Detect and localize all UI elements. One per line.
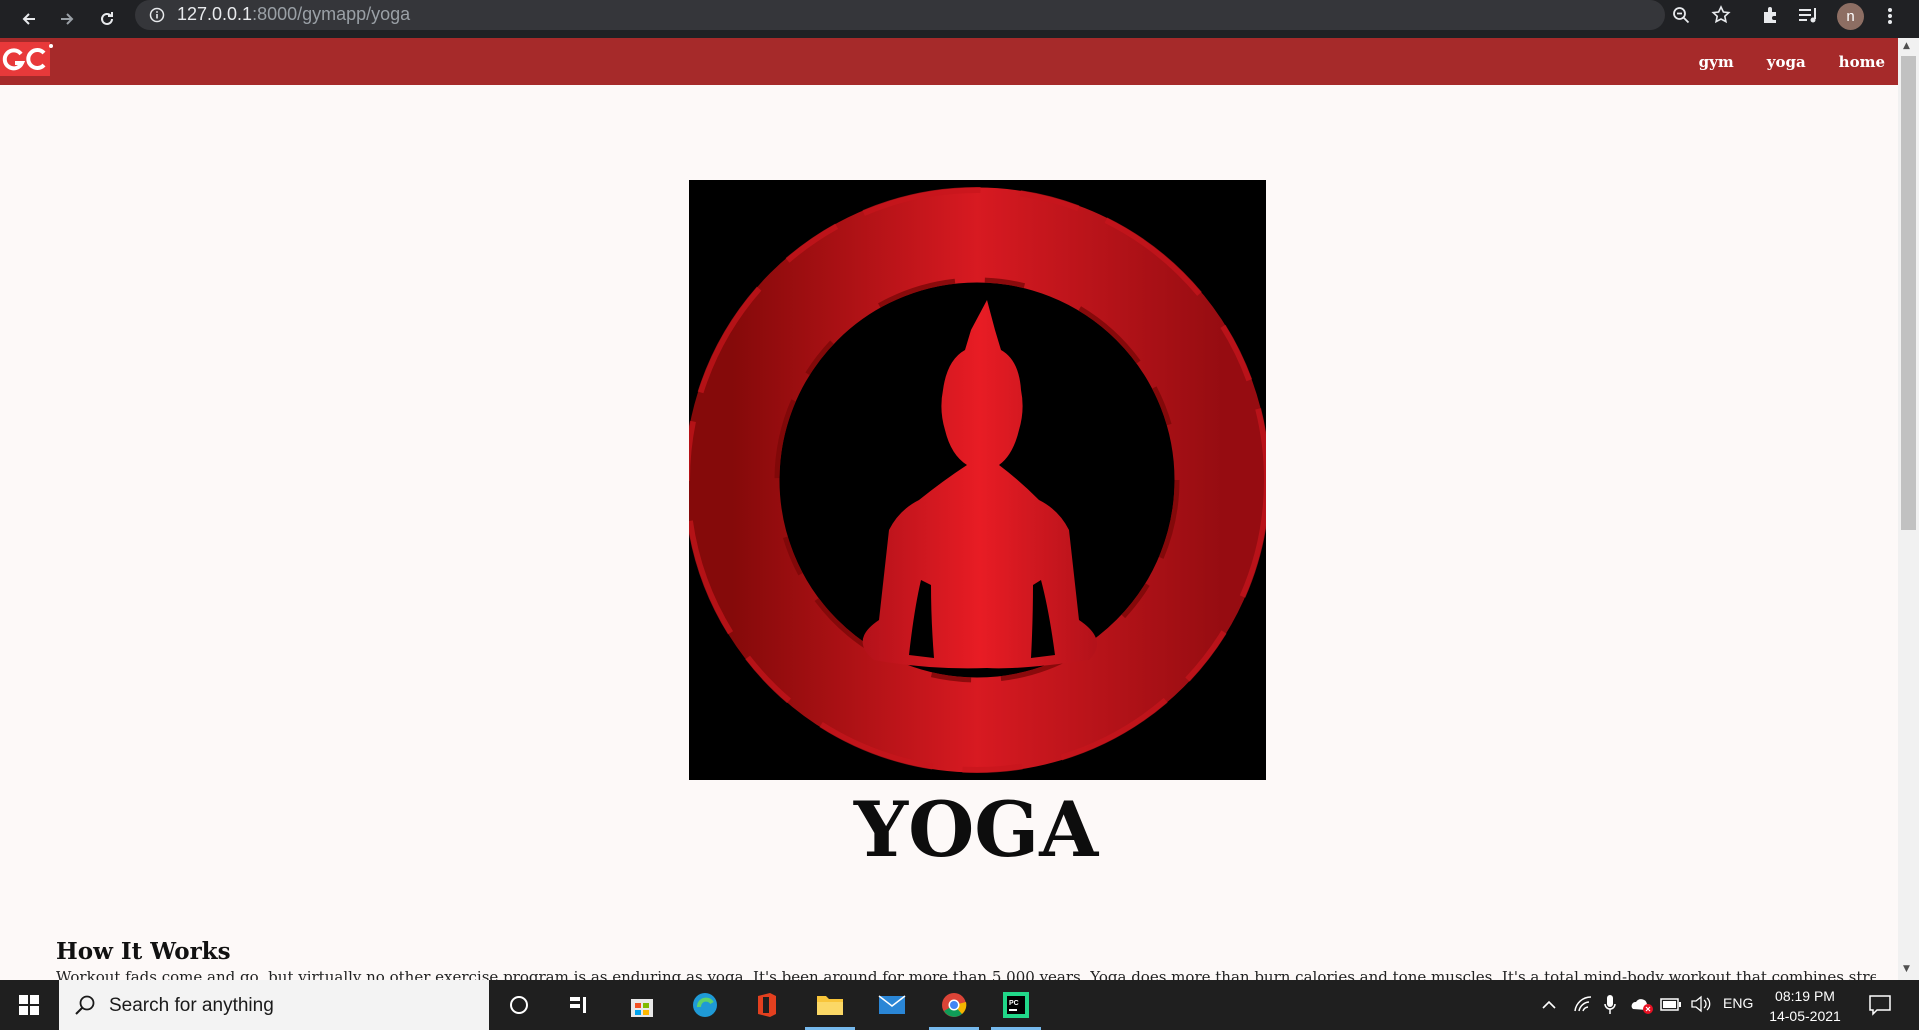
task-view-icon	[570, 997, 586, 1013]
profile-avatar[interactable]: n	[1837, 3, 1864, 30]
site-logo[interactable]	[0, 42, 50, 76]
address-bar[interactable]: 127.0.0.1:8000/gymapp/yoga	[135, 0, 1731, 30]
search-icon	[75, 995, 95, 1015]
windows-taskbar: Search for anything PC ENG 08:19 PM 14-0…	[0, 980, 1919, 1030]
chrome-icon	[942, 993, 967, 1017]
search-placeholder: Search for anything	[109, 995, 274, 1016]
onedrive-error-icon[interactable]	[1630, 995, 1654, 1015]
folder-icon	[817, 996, 843, 1015]
site-navbar: gym yoga home	[0, 38, 1898, 85]
site-info-icon	[149, 7, 165, 23]
notification-center-icon[interactable]	[1868, 994, 1892, 1016]
url-path: :8000/gymapp/yoga	[252, 4, 411, 24]
bookmark-star-icon[interactable]	[1711, 5, 1731, 25]
cortana-icon	[510, 996, 528, 1014]
language-indicator[interactable]: ENG	[1723, 995, 1753, 1011]
browser-toolbar: 127.0.0.1:8000/gymapp/yoga n	[0, 0, 1919, 38]
back-icon	[22, 13, 35, 25]
scroll-thumb[interactable]	[1901, 56, 1916, 530]
url-text[interactable]: 127.0.0.1:8000/gymapp/yoga	[177, 4, 410, 25]
nav-link-home[interactable]: home	[1839, 53, 1885, 71]
edge-icon	[693, 993, 717, 1017]
chrome-app[interactable]	[938, 989, 970, 1021]
zoom-icon[interactable]	[1672, 6, 1690, 24]
extensions-icon[interactable]	[1760, 5, 1780, 25]
forward-button[interactable]	[52, 4, 82, 34]
microphone-icon[interactable]	[1603, 994, 1617, 1016]
nav-links: gym yoga home	[1666, 53, 1885, 71]
edge-app[interactable]	[689, 989, 721, 1021]
svg-text:PC: PC	[1009, 1000, 1019, 1007]
wifi-icon[interactable]	[1573, 995, 1593, 1013]
taskbar-search[interactable]: Search for anything	[59, 980, 489, 1030]
page-heading: YOGA	[853, 785, 1099, 874]
file-explorer-app[interactable]	[814, 989, 846, 1021]
cortana-button[interactable]	[503, 989, 535, 1021]
store-icon	[631, 999, 653, 1017]
mail-icon	[878, 995, 906, 1014]
meditating-buddha-illustration	[689, 187, 1266, 773]
store-app[interactable]	[626, 989, 658, 1021]
yoga-hero-image	[689, 180, 1266, 780]
task-view-button[interactable]	[563, 989, 595, 1021]
section-title: How It Works	[56, 938, 231, 965]
volume-icon[interactable]	[1690, 995, 1712, 1013]
logo-dot	[49, 44, 53, 48]
mail-app[interactable]	[876, 989, 908, 1021]
logo-mark	[2, 48, 46, 71]
media-queue-icon[interactable]	[1797, 5, 1819, 25]
scroll-down-arrow-icon[interactable]: ▼	[1903, 964, 1910, 974]
tray-overflow-chevron-icon[interactable]	[1541, 998, 1557, 1010]
nav-link-yoga[interactable]: yoga	[1767, 53, 1806, 71]
windows-logo-icon	[18, 995, 39, 1015]
system-clock[interactable]: 08:19 PM 14-05-2021	[1760, 986, 1850, 1026]
forward-icon	[61, 13, 74, 25]
menu-icon[interactable]	[1886, 6, 1894, 26]
clock-date: 14-05-2021	[1769, 1008, 1841, 1024]
url-host: 127.0.0.1	[177, 4, 253, 24]
pycharm-app[interactable]: PC	[1000, 989, 1032, 1021]
battery-icon[interactable]	[1660, 998, 1682, 1011]
section-paragraph: Workout fads come and go, but virtually …	[56, 968, 1876, 980]
scroll-up-arrow-icon[interactable]: ▲	[1903, 41, 1910, 51]
office-icon	[758, 993, 776, 1017]
office-app[interactable]	[751, 989, 783, 1021]
back-button[interactable]	[14, 4, 44, 34]
start-button[interactable]	[0, 980, 57, 1030]
reload-button[interactable]	[92, 4, 122, 34]
clock-time: 08:19 PM	[1775, 988, 1835, 1004]
nav-link-gym[interactable]: gym	[1699, 53, 1734, 71]
reload-icon	[101, 12, 113, 25]
pycharm-icon: PC	[1003, 992, 1029, 1018]
